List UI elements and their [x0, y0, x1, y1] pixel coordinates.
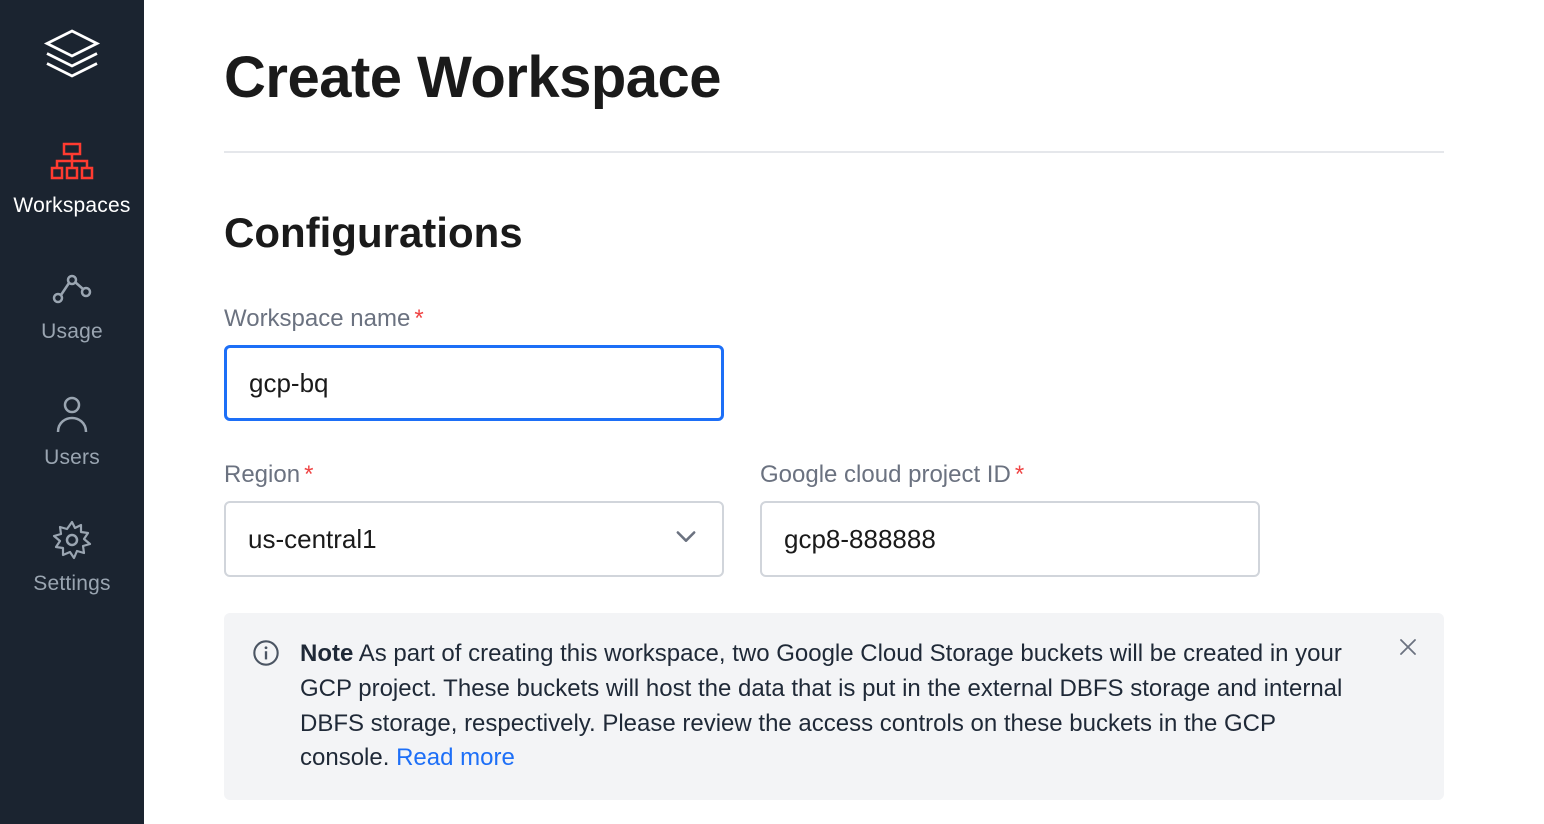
sidebar-item-label: Users: [44, 446, 100, 470]
read-more-link[interactable]: Read more: [396, 744, 515, 771]
workspace-name-label: Workspace name*: [224, 305, 1444, 333]
sidebar-item-label: Usage: [41, 320, 103, 344]
info-note: Note As part of creating this workspace,…: [224, 613, 1444, 800]
gcp-project-id-input[interactable]: [760, 501, 1260, 577]
region-label: Region*: [224, 461, 724, 489]
close-icon[interactable]: [1396, 635, 1420, 664]
databricks-logo-icon: [42, 26, 102, 86]
note-text: Note As part of creating this workspace,…: [300, 637, 1416, 776]
sidebar-item-workspaces[interactable]: Workspaces: [0, 116, 144, 242]
sidebar: Workspaces Usage Users: [0, 0, 144, 824]
sidebar-item-settings[interactable]: Settings: [0, 494, 144, 620]
region-select[interactable]: us-central1: [224, 501, 724, 577]
page-title: Create Workspace: [224, 44, 1444, 153]
chevron-down-icon: [672, 522, 700, 557]
sidebar-item-users[interactable]: Users: [0, 368, 144, 494]
workspace-name-input[interactable]: [224, 345, 724, 421]
app-logo: [0, 16, 144, 116]
workspaces-icon: [50, 140, 94, 184]
sidebar-item-label: Settings: [33, 572, 110, 596]
sidebar-item-usage[interactable]: Usage: [0, 242, 144, 368]
usage-icon: [50, 266, 94, 310]
gcp-project-id-label: Google cloud project ID*: [760, 461, 1260, 489]
section-title-configurations: Configurations: [224, 209, 1444, 257]
sidebar-item-label: Workspaces: [13, 194, 130, 218]
info-icon: [252, 639, 280, 672]
settings-icon: [50, 518, 94, 562]
main-content: Create Workspace Configurations Workspac…: [144, 0, 1544, 824]
users-icon: [50, 392, 94, 436]
region-select-value: us-central1: [248, 524, 377, 555]
